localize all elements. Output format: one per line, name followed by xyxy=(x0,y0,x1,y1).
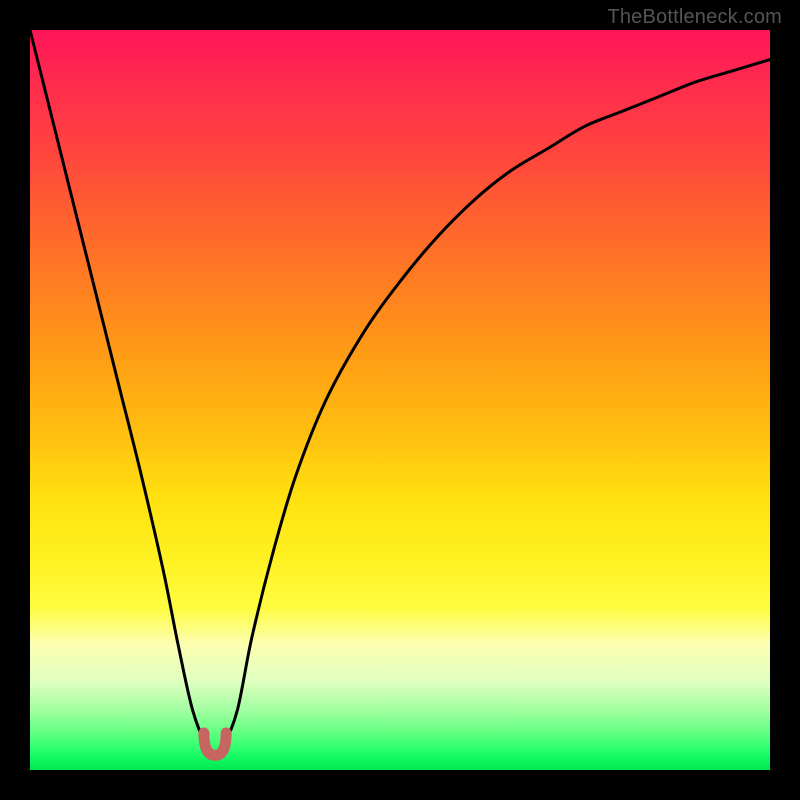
watermark-text: TheBottleneck.com xyxy=(607,6,782,29)
plot-area xyxy=(30,30,770,770)
bottleneck-curve xyxy=(30,30,770,752)
trough-marker xyxy=(204,733,226,755)
chart-frame: TheBottleneck.com xyxy=(0,0,800,800)
curve-layer xyxy=(30,30,770,770)
